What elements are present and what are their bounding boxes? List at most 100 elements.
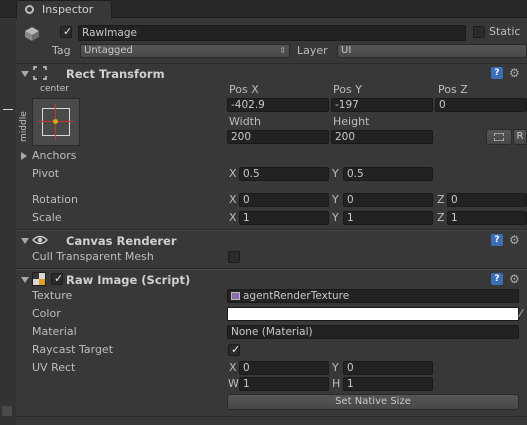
raycast-checkbox[interactable]: ✓ xyxy=(228,343,241,356)
blueprint-icon xyxy=(494,133,504,141)
divider xyxy=(16,230,527,231)
uv-w-axis: W xyxy=(228,377,239,390)
tag-label: Tag xyxy=(52,44,71,57)
color-picker-icon[interactable]: ⁄ xyxy=(520,307,522,320)
gear-icon[interactable]: ⚙ xyxy=(509,67,521,79)
raw-image-foldout[interactable] xyxy=(21,277,29,283)
eye-icon xyxy=(32,234,48,246)
raw-image-title: Raw Image (Script) xyxy=(66,273,191,287)
anchors-foldout[interactable] xyxy=(21,152,27,160)
checkmark-icon: ✓ xyxy=(54,272,64,285)
static-label: Static xyxy=(489,25,521,38)
anchor-presets-button[interactable] xyxy=(32,98,80,146)
pivot-x-axis: X xyxy=(229,167,237,180)
pivot-label: Pivot xyxy=(32,167,60,180)
canvas-renderer-title: Canvas Renderer xyxy=(66,234,177,248)
posy-header: Pos Y xyxy=(333,83,362,96)
layer-value: UI xyxy=(341,45,352,56)
rot-z-axis: Z xyxy=(437,193,445,206)
tag-value: Untagged xyxy=(84,45,133,56)
help-icon[interactable]: ? xyxy=(491,234,503,246)
tag-dropdown[interactable]: Untagged ⇕ xyxy=(80,44,290,58)
pivot-y-field[interactable]: 0.5 xyxy=(343,167,433,181)
tab-inspector[interactable]: Inspector xyxy=(16,0,112,19)
height-field[interactable]: 200 xyxy=(331,130,433,144)
set-native-size-button[interactable]: Set Native Size xyxy=(227,394,519,410)
cull-label: Cull Transparent Mesh xyxy=(32,250,154,263)
uv-h-axis: H xyxy=(332,377,341,390)
material-field[interactable]: None (Material) xyxy=(227,325,519,339)
width-field[interactable]: 200 xyxy=(227,130,329,144)
gear-icon[interactable]: ⚙ xyxy=(509,234,521,246)
rect-transform-icon xyxy=(33,66,47,80)
posx-field[interactable]: -402.9 xyxy=(227,98,329,112)
dropdown-arrow-icon: ⇕ xyxy=(279,46,286,55)
divider xyxy=(16,63,527,64)
canvas-renderer-foldout[interactable] xyxy=(21,238,29,244)
checkmark-icon: ✓ xyxy=(63,25,73,38)
anchor-preset-dot xyxy=(53,119,58,124)
rot-x-axis: X xyxy=(229,193,237,206)
width-header: Width xyxy=(229,115,261,128)
uv-x-axis: X xyxy=(229,361,237,374)
help-icon[interactable]: ? xyxy=(491,273,503,285)
uv-x-field[interactable]: 0 xyxy=(239,361,329,375)
posy-field[interactable]: -197 xyxy=(331,98,433,112)
uv-h-field[interactable]: 1 xyxy=(343,377,433,391)
render-texture-icon xyxy=(231,292,240,300)
tab-title: Inspector xyxy=(42,3,94,16)
active-checkbox[interactable]: ✓ xyxy=(60,25,73,38)
divider xyxy=(16,416,527,417)
raycast-label: Raycast Target xyxy=(32,343,114,356)
scene-view-edge xyxy=(0,19,16,425)
rot-z-field[interactable]: 0 xyxy=(447,193,527,207)
raw-edit-button[interactable]: R xyxy=(513,129,527,145)
rotation-label: Rotation xyxy=(32,193,79,206)
static-checkbox[interactable] xyxy=(473,26,485,38)
texture-value: agentRenderTexture xyxy=(243,290,350,302)
material-label: Material xyxy=(32,325,77,338)
raw-image-icon xyxy=(32,272,46,286)
scale-x-field[interactable]: 1 xyxy=(239,211,329,225)
help-icon[interactable]: ? xyxy=(491,67,503,79)
pivot-x-field[interactable]: 0.5 xyxy=(239,167,329,181)
uv-y-axis: Y xyxy=(332,361,339,374)
inspector-icon xyxy=(25,5,34,14)
blueprint-mode-button[interactable] xyxy=(486,129,512,145)
rect-transform-foldout[interactable] xyxy=(21,71,29,77)
divider xyxy=(16,269,527,270)
scale-z-field[interactable]: 1 xyxy=(447,211,527,225)
rect-transform-title: Rect Transform xyxy=(66,67,165,81)
checkmark-icon: ✓ xyxy=(231,343,241,356)
anchor-v-label: middle xyxy=(19,111,29,142)
color-label: Color xyxy=(32,307,61,320)
layer-dropdown[interactable]: UI xyxy=(337,44,527,58)
posx-header: Pos X xyxy=(229,83,259,96)
uv-y-field[interactable]: 0 xyxy=(343,361,433,375)
texture-label: Texture xyxy=(32,289,73,302)
scrollbar-left[interactable] xyxy=(2,406,12,416)
anchor-h-label: center xyxy=(40,84,69,94)
raw-image-enabled-checkbox[interactable]: ✓ xyxy=(51,272,64,285)
gear-icon[interactable]: ⚙ xyxy=(509,273,521,285)
rot-x-field[interactable]: 0 xyxy=(239,193,329,207)
rot-y-axis: Y xyxy=(332,193,339,206)
posz-header: Pos Z xyxy=(438,83,468,96)
color-swatch[interactable] xyxy=(227,307,519,321)
raw-image-icon-cell xyxy=(39,279,45,285)
scale-y-field[interactable]: 1 xyxy=(343,211,433,225)
posz-field[interactable]: 0 xyxy=(435,98,527,112)
uv-w-field[interactable]: 1 xyxy=(239,377,329,391)
anchors-label: Anchors xyxy=(32,149,77,162)
texture-field[interactable]: agentRenderTexture xyxy=(227,289,519,303)
scale-y-axis: Y xyxy=(332,211,339,224)
pivot-y-axis: Y xyxy=(332,167,339,180)
scale-x-axis: X xyxy=(229,211,237,224)
scene-line xyxy=(3,109,13,110)
gameobject-icon xyxy=(24,26,40,42)
name-field[interactable]: RawImage xyxy=(78,25,466,41)
rot-y-field[interactable]: 0 xyxy=(343,193,433,207)
scale-z-axis: Z xyxy=(437,211,445,224)
cull-checkbox[interactable] xyxy=(228,251,240,263)
layer-label: Layer xyxy=(297,44,328,57)
